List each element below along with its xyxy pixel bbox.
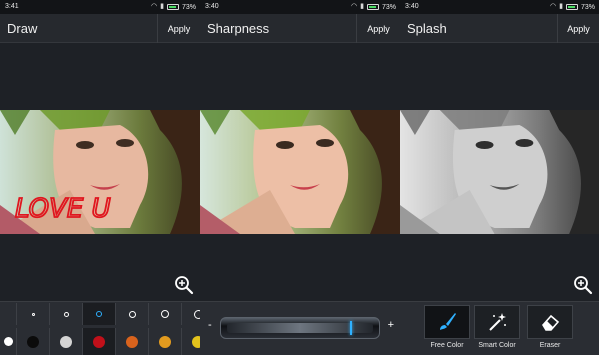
- color-swatch-black[interactable]: [17, 328, 50, 355]
- splash-screen: 3:40 ◠ ▮ 73% Splash Apply Free Color Sma…: [400, 0, 599, 355]
- battery-percent: 73%: [381, 3, 396, 11]
- brush-size-option[interactable]: [116, 303, 149, 325]
- photo-canvas[interactable]: [200, 110, 400, 234]
- brush-size-row: [0, 303, 200, 325]
- app-toolbar: Sharpness Apply: [200, 14, 400, 43]
- battery-percent: 73%: [181, 3, 196, 11]
- apply-button[interactable]: Apply: [157, 14, 200, 43]
- zoom-in-icon[interactable]: [174, 275, 194, 295]
- eraser-icon: [542, 314, 560, 331]
- smart-color-label: Smart Color: [478, 342, 516, 349]
- screen-title: Splash: [407, 21, 447, 36]
- screen-title: Draw: [7, 21, 38, 36]
- brush-icon: [440, 313, 456, 330]
- color-swatch-red-selected[interactable]: [83, 328, 116, 355]
- color-swatch-yellow[interactable]: [182, 328, 200, 355]
- wifi-icon: ◠: [550, 3, 557, 10]
- status-bar: 3:40 ◠ ▮ 73%: [400, 0, 599, 14]
- increase-label: +: [387, 319, 394, 331]
- signal-icon: ▮: [559, 3, 563, 10]
- status-bar: 3:41 ◠ ▮ 73%: [0, 0, 200, 14]
- color-swatch-gray[interactable]: [50, 328, 83, 355]
- brush-size-option[interactable]: [50, 303, 83, 325]
- portrait-photo: LOVE U: [0, 110, 200, 234]
- apply-button[interactable]: Apply: [356, 14, 400, 43]
- color-swatch-amber[interactable]: [149, 328, 182, 355]
- sharpness-slider[interactable]: [220, 317, 380, 339]
- wifi-icon: ◠: [151, 3, 158, 10]
- status-time: 3:40: [205, 3, 219, 10]
- eraser-button[interactable]: [527, 305, 573, 339]
- battery-icon: [366, 4, 379, 10]
- photo-canvas[interactable]: [400, 110, 599, 234]
- draw-screen: 3:41 ◠ ▮ 73% Draw Apply LOVE U: [0, 0, 200, 355]
- status-time: 3:40: [405, 3, 419, 10]
- grayscale-portrait-photo: [400, 110, 599, 234]
- status-bar: 3:40 ◠ ▮ 73%: [200, 0, 400, 14]
- status-time: 3:41: [5, 3, 19, 10]
- color-palette-row: [0, 328, 200, 355]
- zoom-in-icon[interactable]: [573, 275, 593, 295]
- sharpness-slider-area: - +: [200, 301, 400, 355]
- free-color-button[interactable]: [424, 305, 470, 339]
- screen-title: Sharpness: [207, 21, 270, 36]
- brush-size-option[interactable]: [149, 303, 182, 325]
- photo-canvas[interactable]: LOVE U: [0, 110, 200, 234]
- portrait-photo: [200, 110, 400, 234]
- battery-icon: [565, 4, 578, 10]
- sharpness-screen: 3:40 ◠ ▮ 73% Sharpness Apply - +: [200, 0, 400, 355]
- brush-size-option[interactable]: [182, 303, 200, 325]
- app-toolbar: Splash Apply: [400, 14, 599, 43]
- battery-icon: [166, 4, 179, 10]
- eraser-label: Eraser: [539, 342, 561, 349]
- color-swatch-white[interactable]: [0, 328, 17, 355]
- signal-icon: ▮: [360, 3, 364, 10]
- brush-size-partial[interactable]: [0, 303, 17, 325]
- apply-button[interactable]: Apply: [557, 14, 599, 43]
- magic-wand-icon: [489, 313, 506, 331]
- slider-thumb[interactable]: [350, 321, 353, 335]
- signal-icon: ▮: [160, 3, 164, 10]
- smart-color-button[interactable]: [474, 305, 520, 339]
- decrease-label: -: [208, 319, 212, 331]
- splash-tools: Free Color Smart Color Eraser: [400, 301, 599, 355]
- scribble-text: LOVE U: [15, 194, 111, 224]
- color-swatch-orange[interactable]: [116, 328, 149, 355]
- brush-size-option-selected[interactable]: [83, 303, 116, 325]
- wifi-icon: ◠: [351, 3, 358, 10]
- app-toolbar: Draw Apply: [0, 14, 200, 43]
- battery-percent: 73%: [580, 3, 595, 11]
- brush-size-option[interactable]: [17, 303, 50, 325]
